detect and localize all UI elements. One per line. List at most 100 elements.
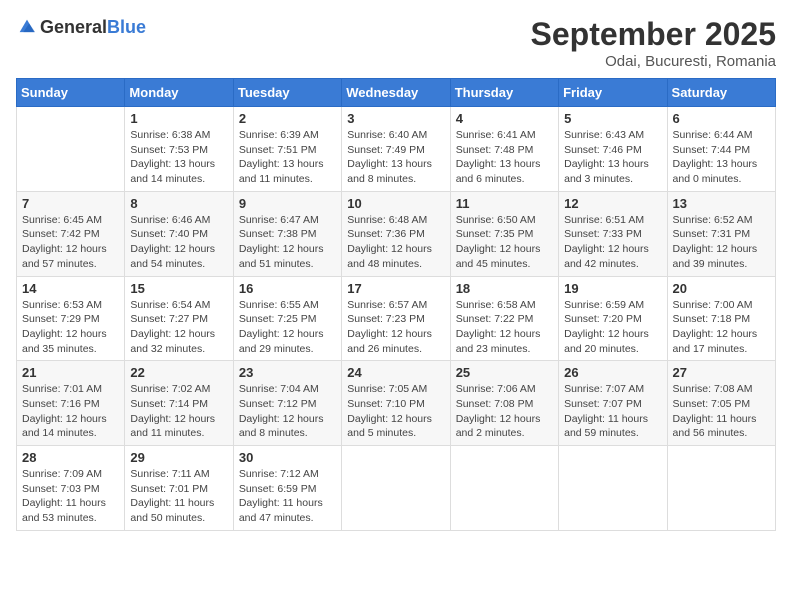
calendar-week-2: 7 Sunrise: 6:45 AM Sunset: 7:42 PM Daylig… (17, 191, 776, 276)
calendar-cell: 25 Sunrise: 7:06 AM Sunset: 7:08 PM Dayli… (450, 361, 558, 446)
day-number: 14 (22, 281, 119, 296)
day-info: Sunrise: 7:05 AM Sunset: 7:10 PM Dayligh… (347, 382, 444, 441)
day-number: 19 (564, 281, 661, 296)
day-number: 12 (564, 196, 661, 211)
day-number: 29 (130, 450, 227, 465)
calendar-cell: 2Sunrise: 6:39 AM Sunset: 7:51 PM Daylig… (233, 107, 341, 192)
day-info: Sunrise: 7:00 AM Sunset: 7:18 PM Dayligh… (673, 298, 770, 357)
calendar-cell: 9 Sunrise: 6:47 AM Sunset: 7:38 PM Daylig… (233, 191, 341, 276)
calendar-cell: 15 Sunrise: 6:54 AM Sunset: 7:27 PM Dayli… (125, 276, 233, 361)
page-header: GeneralBlue September 2025 Odai, Bucures… (16, 16, 776, 70)
day-number: 24 (347, 365, 444, 380)
weekday-header-tuesday: Tuesday (233, 79, 341, 107)
day-number: 1 (130, 111, 227, 126)
day-number: 16 (239, 281, 336, 296)
day-info: Sunrise: 6:57 AM Sunset: 7:23 PM Dayligh… (347, 298, 444, 357)
calendar-cell (342, 446, 450, 531)
calendar-cell: 7 Sunrise: 6:45 AM Sunset: 7:42 PM Daylig… (17, 191, 125, 276)
calendar-cell: 29 Sunrise: 7:11 AM Sunset: 7:01 PM Dayli… (125, 446, 233, 531)
calendar-cell: 5 Sunrise: 6:43 AM Sunset: 7:46 PM Daylig… (559, 107, 667, 192)
day-number: 25 (456, 365, 553, 380)
day-number: 7 (22, 196, 119, 211)
day-info: Sunrise: 6:43 AM Sunset: 7:46 PM Dayligh… (564, 128, 661, 187)
calendar-cell: 19 Sunrise: 6:59 AM Sunset: 7:20 PM Dayli… (559, 276, 667, 361)
calendar-cell: 26 Sunrise: 7:07 AM Sunset: 7:07 PM Dayli… (559, 361, 667, 446)
calendar-cell: 1 Sunrise: 6:38 AM Sunset: 7:53 PM Daylig… (125, 107, 233, 192)
calendar-cell: 3 Sunrise: 6:40 AM Sunset: 7:49 PM Daylig… (342, 107, 450, 192)
day-info: Sunrise: 6:52 AM Sunset: 7:31 PM Dayligh… (673, 213, 770, 272)
day-number: 17 (347, 281, 444, 296)
day-info: Sunrise: 6:54 AM Sunset: 7:27 PM Dayligh… (130, 298, 227, 357)
day-info: Sunrise: 7:02 AM Sunset: 7:14 PM Dayligh… (130, 382, 227, 441)
calendar-cell: 24 Sunrise: 7:05 AM Sunset: 7:10 PM Dayli… (342, 361, 450, 446)
day-number: 3 (347, 111, 444, 126)
calendar-cell (17, 107, 125, 192)
day-info: Sunrise: 7:08 AM Sunset: 7:05 PM Dayligh… (673, 382, 770, 441)
calendar-cell: 20 Sunrise: 7:00 AM Sunset: 7:18 PM Dayli… (667, 276, 775, 361)
day-number: 11 (456, 196, 553, 211)
calendar-cell: 4Sunrise: 6:41 AM Sunset: 7:48 PM Daylig… (450, 107, 558, 192)
day-info: Sunrise: 6:48 AM Sunset: 7:36 PM Dayligh… (347, 213, 444, 272)
day-info: Sunrise: 6:59 AM Sunset: 7:20 PM Dayligh… (564, 298, 661, 357)
calendar-cell: 13 Sunrise: 6:52 AM Sunset: 7:31 PM Dayli… (667, 191, 775, 276)
day-info: Sunrise: 6:44 AM Sunset: 7:44 PM Dayligh… (673, 128, 770, 187)
day-info: Sunrise: 7:04 AM Sunset: 7:12 PM Dayligh… (239, 382, 336, 441)
calendar-cell: 8 Sunrise: 6:46 AM Sunset: 7:40 PM Daylig… (125, 191, 233, 276)
calendar-cell: 16 Sunrise: 6:55 AM Sunset: 7:25 PM Dayli… (233, 276, 341, 361)
day-number: 13 (673, 196, 770, 211)
day-number: 20 (673, 281, 770, 296)
title-block: September 2025 Odai, Bucuresti, Romania (531, 16, 776, 70)
day-number: 26 (564, 365, 661, 380)
day-number: 8 (130, 196, 227, 211)
weekday-header-thursday: Thursday (450, 79, 558, 107)
logo-icon (16, 16, 38, 38)
day-info: Sunrise: 7:09 AM Sunset: 7:03 PM Dayligh… (22, 467, 119, 526)
day-info: Sunrise: 7:12 AM Sunset: 6:59 PM Dayligh… (239, 467, 336, 526)
weekday-header-wednesday: Wednesday (342, 79, 450, 107)
day-info: Sunrise: 7:11 AM Sunset: 7:01 PM Dayligh… (130, 467, 227, 526)
day-info: Sunrise: 6:50 AM Sunset: 7:35 PM Dayligh… (456, 213, 553, 272)
day-info: Sunrise: 7:07 AM Sunset: 7:07 PM Dayligh… (564, 382, 661, 441)
calendar-table: SundayMondayTuesdayWednesdayThursdayFrid… (16, 78, 776, 531)
calendar-cell: 21Sunrise: 7:01 AM Sunset: 7:16 PM Dayli… (17, 361, 125, 446)
calendar-cell: 11 Sunrise: 6:50 AM Sunset: 7:35 PM Dayli… (450, 191, 558, 276)
day-info: Sunrise: 6:55 AM Sunset: 7:25 PM Dayligh… (239, 298, 336, 357)
day-info: Sunrise: 6:46 AM Sunset: 7:40 PM Dayligh… (130, 213, 227, 272)
calendar-cell: 23Sunrise: 7:04 AM Sunset: 7:12 PM Dayli… (233, 361, 341, 446)
calendar-cell: 27 Sunrise: 7:08 AM Sunset: 7:05 PM Dayli… (667, 361, 775, 446)
day-info: Sunrise: 6:45 AM Sunset: 7:42 PM Dayligh… (22, 213, 119, 272)
day-info: Sunrise: 6:53 AM Sunset: 7:29 PM Dayligh… (22, 298, 119, 357)
calendar-body: 1 Sunrise: 6:38 AM Sunset: 7:53 PM Daylig… (17, 107, 776, 531)
weekday-header-row: SundayMondayTuesdayWednesdayThursdayFrid… (17, 79, 776, 107)
day-number: 15 (130, 281, 227, 296)
day-number: 9 (239, 196, 336, 211)
day-info: Sunrise: 7:01 AM Sunset: 7:16 PM Dayligh… (22, 382, 119, 441)
calendar-cell: 10 Sunrise: 6:48 AM Sunset: 7:36 PM Dayli… (342, 191, 450, 276)
day-number: 5 (564, 111, 661, 126)
calendar-cell: 6 Sunrise: 6:44 AM Sunset: 7:44 PM Daylig… (667, 107, 775, 192)
calendar-cell: 30 Sunrise: 7:12 AM Sunset: 6:59 PM Dayli… (233, 446, 341, 531)
day-info: Sunrise: 7:06 AM Sunset: 7:08 PM Dayligh… (456, 382, 553, 441)
day-number: 30 (239, 450, 336, 465)
weekday-header-monday: Monday (125, 79, 233, 107)
day-number: 18 (456, 281, 553, 296)
day-number: 2 (239, 111, 336, 126)
weekday-header-friday: Friday (559, 79, 667, 107)
day-info: Sunrise: 6:40 AM Sunset: 7:49 PM Dayligh… (347, 128, 444, 187)
day-info: Sunrise: 6:38 AM Sunset: 7:53 PM Dayligh… (130, 128, 227, 187)
day-number: 27 (673, 365, 770, 380)
calendar-week-1: 1 Sunrise: 6:38 AM Sunset: 7:53 PM Daylig… (17, 107, 776, 192)
day-info: Sunrise: 6:58 AM Sunset: 7:22 PM Dayligh… (456, 298, 553, 357)
weekday-header-sunday: Sunday (17, 79, 125, 107)
calendar-cell (450, 446, 558, 531)
logo-text-general: General (40, 17, 107, 37)
day-number: 6 (673, 111, 770, 126)
day-number: 28 (22, 450, 119, 465)
month-title: September 2025 (531, 16, 776, 53)
day-info: Sunrise: 6:47 AM Sunset: 7:38 PM Dayligh… (239, 213, 336, 272)
logo: GeneralBlue (16, 16, 146, 38)
calendar-cell: 22Sunrise: 7:02 AM Sunset: 7:14 PM Dayli… (125, 361, 233, 446)
day-info: Sunrise: 6:41 AM Sunset: 7:48 PM Dayligh… (456, 128, 553, 187)
day-number: 10 (347, 196, 444, 211)
calendar-cell (667, 446, 775, 531)
